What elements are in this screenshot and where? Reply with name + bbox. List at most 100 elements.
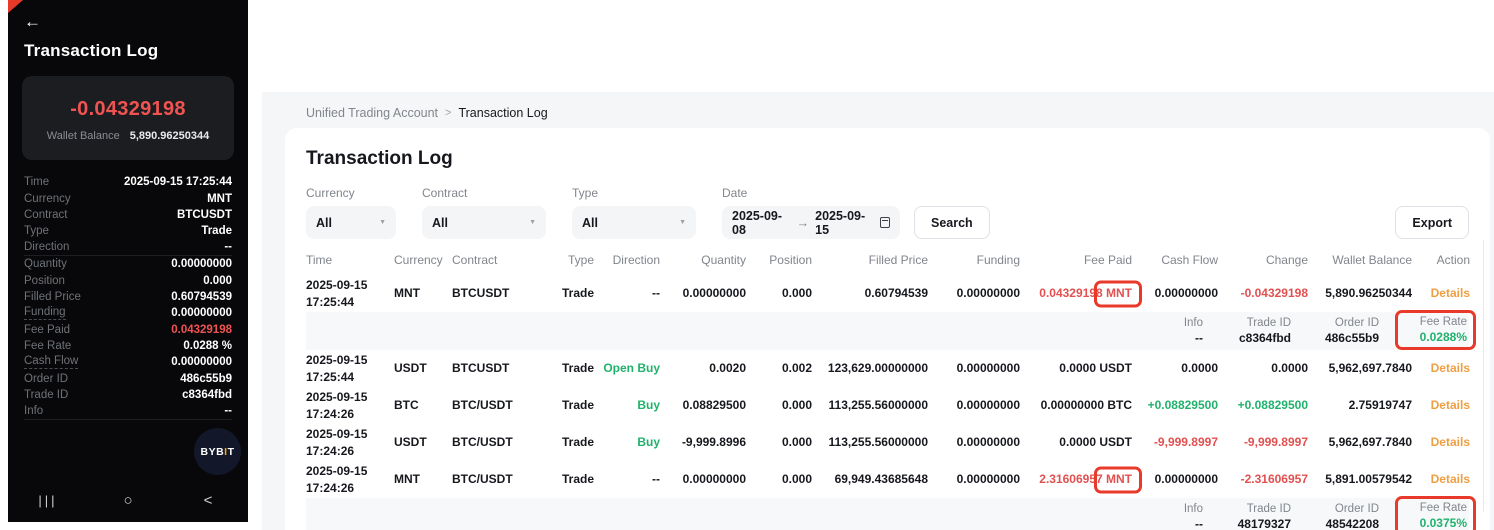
column-header: Filled Price [812,253,928,267]
cell-change: +0.08829500 [1218,397,1308,413]
currency-filter-label: Currency [306,186,396,200]
back-arrow-icon[interactable]: ← [24,12,41,32]
detail-field-row: Fee Rate0.0288 % [24,338,232,354]
cell-position: 0.000 [746,285,812,301]
column-header: Currency [394,253,452,267]
time-date: 2025-09-15 [306,426,394,442]
field-label: Direction [24,241,69,253]
table-row: 2025-09-1517:24:26USDTBTC/USDTTradeBuy-9… [306,424,1469,461]
contract-select[interactable]: All ▼ [422,206,546,239]
detail-stack: Info-- [1115,317,1203,345]
type-filter: Type All ▼ [572,186,696,239]
field-label: Currency [24,193,71,205]
cell-time: 2025-09-1517:24:26 [306,426,394,458]
detail-field-row: Funding0.00000000 [24,305,232,321]
currency-select[interactable]: All ▼ [306,206,396,239]
cell-position: 0.000 [746,434,812,450]
field-label: Trade ID [24,389,68,401]
time-clock: 17:24:26 [306,443,394,459]
home-icon[interactable]: ○ [88,492,168,509]
fee-rate-cell: Fee Rate0.0375% [1407,502,1467,530]
cell-type: Trade [542,397,594,413]
field-value: 0.04329198 [171,324,232,336]
cell-quantity: 0.0020 [660,360,746,376]
time-date: 2025-09-15 [306,352,394,368]
cell-wallet-balance: 2.75919747 [1308,397,1412,413]
field-label: Quantity [24,258,67,270]
details-link[interactable]: Details [1431,472,1470,486]
back-icon[interactable]: < [168,492,248,509]
details-link[interactable]: Details [1431,435,1470,449]
table-row: 2025-09-1517:24:26BTCBTC/USDTTradeBuy0.0… [306,387,1469,424]
cell-funding: 0.00000000 [928,471,1020,487]
cell-direction: Buy [594,397,660,413]
search-button[interactable]: Search [914,206,990,239]
field-value: MNT [207,193,232,205]
cell-type: Trade [542,360,594,376]
breadcrumb-parent[interactable]: Unified Trading Account [306,106,438,120]
detail-stack: Fee Rate0.0288% [1379,316,1467,346]
details-link[interactable]: Details [1431,286,1470,300]
cell-wallet-balance: 5,890.96250344 [1308,285,1412,301]
field-label: Order ID [24,373,68,385]
cell-currency: MNT [394,471,452,487]
field-value: BTCUSDT [177,209,232,221]
cell-currency: MNT [394,285,452,301]
detail-subrow: Info--Trade ID48179327Order ID48542208Fe… [306,498,1469,530]
cell-position: 0.002 [746,360,812,376]
scrollbar-track[interactable] [1483,240,1484,512]
wallet-balance-label: Wallet Balance [47,130,120,142]
detail-stack: Trade IDc8364fbd [1203,317,1291,345]
cell-action: Details [1412,285,1470,301]
detail-label: Fee Rate [1407,316,1467,328]
type-select[interactable]: All ▼ [572,206,696,239]
export-button[interactable]: Export [1395,206,1469,239]
phone-page-title: Transaction Log [24,41,232,61]
detail-field-row: Quantity0.00000000 [24,256,232,272]
recents-icon[interactable]: ||| [8,493,88,508]
details-link[interactable]: Details [1431,398,1470,412]
cell-cash-flow: 0.0000 [1132,360,1218,376]
detail-label: Fee Rate [1407,502,1467,514]
date-range-input[interactable]: 2025-09-08 → 2025-09-15 [722,206,900,239]
cell-type: Trade [542,471,594,487]
summary-card: -0.04329198 Wallet Balance 5,890.9625034… [22,76,234,160]
field-value: -- [224,241,232,253]
screenshot-root: ← Transaction Log -0.04329198 Wallet Bal… [0,0,1494,530]
chevron-down-icon: ▼ [515,219,536,226]
field-value: 0.00000000 [171,356,232,368]
field-label: Fee Paid [24,324,70,336]
cell-fee-paid: 0.00000000 BTC [1020,397,1132,413]
column-header: Contract [452,253,542,267]
time-date: 2025-09-15 [306,277,394,293]
detail-value: -- [1115,331,1203,345]
column-header: Direction [594,253,660,267]
column-header: Action [1412,253,1470,267]
field-value: -- [224,405,232,417]
cell-quantity: 0.08829500 [660,397,746,413]
detail-field-row: Time2025-09-15 17:25:44 [24,174,232,190]
detail-field-row: Filled Price0.60794539 [24,289,232,305]
detail-fields-list: Time2025-09-15 17:25:44CurrencyMNTContra… [8,172,248,420]
field-value: 2025-09-15 17:25:44 [124,176,232,188]
detail-field-row: Order ID486c55b9 [24,371,232,387]
cell-cash-flow: +0.08829500 [1132,397,1218,413]
time-clock: 17:25:44 [306,369,394,385]
field-value: 0.0288 % [183,340,232,352]
field-value: 0.60794539 [171,291,232,303]
cell-change: -9,999.8997 [1218,434,1308,450]
cell-type: Trade [542,434,594,450]
column-header: Position [746,253,812,267]
wallet-balance-value: 5,890.96250344 [130,130,210,142]
cell-contract: BTC/USDT [452,397,542,413]
detail-value: 486c55b9 [1291,331,1379,345]
cell-funding: 0.00000000 [928,397,1020,413]
detail-stack: Order ID48542208 [1291,503,1379,530]
cell-filled-price: 113,255.56000000 [812,434,928,450]
details-link[interactable]: Details [1431,361,1470,375]
date-end: 2025-09-15 [815,209,874,237]
field-value: c8364fbd [182,389,232,401]
field-value: 0.000 [203,275,232,287]
cell-direction: Buy [594,434,660,450]
detail-label: Info [1115,503,1203,515]
